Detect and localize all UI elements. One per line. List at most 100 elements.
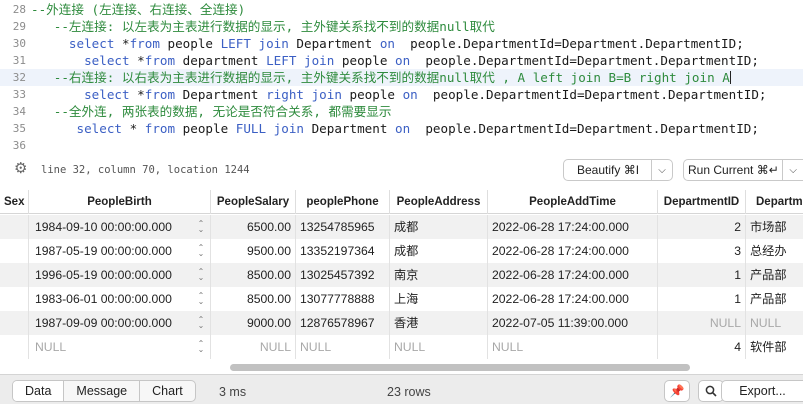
gear-icon[interactable]: ⚙ bbox=[14, 161, 30, 177]
cell-department-name[interactable]: 总经办 bbox=[746, 239, 803, 263]
cell-sex[interactable] bbox=[0, 215, 29, 239]
cell-sex[interactable] bbox=[0, 311, 29, 335]
code-token: * bbox=[129, 121, 145, 136]
run-current-button[interactable]: Run Current ⌘↵ ⌵ bbox=[683, 159, 803, 181]
cell-people-address[interactable]: 香港 bbox=[390, 311, 488, 335]
column-header-people-phone[interactable]: peoplePhone bbox=[296, 190, 390, 214]
cell-department-id[interactable]: 3 bbox=[658, 239, 746, 263]
table-row[interactable]: NULL NULL NULL NULL NULL 4 软件部 ⌃ ⌄ bbox=[0, 335, 803, 359]
row-count: 23 rows bbox=[387, 385, 431, 399]
date-stepper-icon[interactable]: ⌃ ⌄ bbox=[197, 316, 205, 330]
cell-people-addtime[interactable]: 2022-07-05 11:39:00.000 bbox=[488, 311, 658, 335]
table-row[interactable]: 1983-06-01 00:00:00.000 8500.00 1307777888… bbox=[0, 287, 803, 311]
cell-people-birth[interactable]: 1987-09-09 00:00:00.000 bbox=[29, 311, 211, 335]
results-grid[interactable]: Sex PeopleBirth PeopleSalary peoplePhone… bbox=[0, 188, 803, 360]
cell-people-birth[interactable]: 1996-05-19 00:00:00.000 bbox=[29, 263, 211, 287]
horizontal-scrollbar-thumb[interactable] bbox=[230, 364, 690, 371]
cell-department-name[interactable]: 产品部 bbox=[746, 287, 803, 311]
editor-line[interactable]: 35 select * from people FULL join Depart… bbox=[0, 120, 803, 137]
column-header-people-addtime[interactable]: PeopleAddTime bbox=[488, 190, 658, 214]
editor-line[interactable]: 36 bbox=[0, 137, 803, 152]
column-header-people-address[interactable]: PeopleAddress bbox=[390, 190, 488, 214]
pin-icon: 📌 bbox=[669, 384, 685, 398]
cell-people-birth[interactable]: 1984-09-10 00:00:00.000 bbox=[29, 215, 211, 239]
sql-editor[interactable]: 28 --外连接 (左连接、右连接、全连接) 29 --左连接: 以左表为主表进行数… bbox=[0, 0, 803, 152]
cell-department-name[interactable]: 市场部 bbox=[746, 215, 803, 239]
cell-department-id[interactable]: NULL bbox=[658, 311, 746, 335]
cell-people-birth[interactable]: NULL bbox=[29, 335, 211, 359]
cell-department-name[interactable]: NULL bbox=[746, 311, 803, 335]
cell-people-address[interactable]: 成都 bbox=[390, 239, 488, 263]
date-stepper-icon[interactable]: ⌃ ⌄ bbox=[197, 220, 205, 234]
editor-line[interactable]: 29 --左连接: 以左表为主表进行数据的显示, 主外键关系找不到的数据null… bbox=[0, 18, 803, 35]
cell-people-salary[interactable]: 9000.00 bbox=[211, 311, 296, 335]
chevron-down-icon[interactable]: ⌵ bbox=[652, 165, 672, 176]
table-row[interactable]: 1987-05-19 00:00:00.000 9500.00 1335219736… bbox=[0, 239, 803, 263]
cell-people-addtime[interactable]: 2022-06-28 17:24:00.000 bbox=[488, 215, 658, 239]
cell-sex[interactable] bbox=[0, 239, 29, 263]
code-text: select * from people FULL join Departmen… bbox=[31, 120, 758, 137]
cell-people-addtime[interactable]: NULL bbox=[488, 335, 658, 359]
cell-people-phone[interactable]: 13025457392 bbox=[296, 263, 390, 287]
chevron-down-icon[interactable]: ⌵ bbox=[783, 165, 803, 176]
cell-people-salary[interactable]: 6500.00 bbox=[211, 215, 296, 239]
cell-sex[interactable] bbox=[0, 287, 29, 311]
cell-people-addtime[interactable]: 2022-06-28 17:24:00.000 bbox=[488, 239, 658, 263]
beautify-button[interactable]: Beautify ⌘I ⌵ bbox=[563, 159, 673, 181]
cell-people-address[interactable]: 成都 bbox=[390, 215, 488, 239]
cell-sex[interactable] bbox=[0, 335, 29, 359]
column-header-sex[interactable]: Sex bbox=[0, 190, 29, 214]
date-stepper-icon[interactable]: ⌃ ⌄ bbox=[197, 244, 205, 258]
cell-sex[interactable] bbox=[0, 263, 29, 287]
cell-people-salary[interactable]: NULL bbox=[211, 335, 296, 359]
cell-people-address[interactable]: 南京 bbox=[390, 263, 488, 287]
code-token: people bbox=[341, 53, 395, 68]
cell-people-address[interactable]: 上海 bbox=[390, 287, 488, 311]
cell-people-phone[interactable]: 13254785965 bbox=[296, 215, 390, 239]
cell-people-addtime[interactable]: 2022-06-28 17:24:00.000 bbox=[488, 287, 658, 311]
editor-line[interactable]: 32 --右连接: 以右表为主表进行数据的显示, 主外键关系找不到的数据null… bbox=[0, 69, 803, 86]
line-number: 28 bbox=[12, 3, 26, 16]
cell-people-salary[interactable]: 9500.00 bbox=[211, 239, 296, 263]
table-row[interactable]: 1996-05-19 00:00:00.000 8500.00 1302545739… bbox=[0, 263, 803, 287]
table-row[interactable]: 1984-09-10 00:00:00.000 6500.00 1325478596… bbox=[0, 215, 803, 239]
cell-people-phone[interactable]: 13352197364 bbox=[296, 239, 390, 263]
date-stepper-icon[interactable]: ⌃ ⌄ bbox=[197, 340, 205, 354]
editor-line[interactable]: 30 select *from people LEFT join Departm… bbox=[0, 35, 803, 52]
pin-button[interactable]: 📌 bbox=[664, 380, 690, 402]
cell-people-address[interactable]: NULL bbox=[390, 335, 488, 359]
cell-people-salary[interactable]: 8500.00 bbox=[211, 263, 296, 287]
cell-department-name[interactable]: 产品部 bbox=[746, 263, 803, 287]
code-keyword: select bbox=[31, 87, 138, 102]
column-header-people-salary[interactable]: PeopleSalary bbox=[211, 190, 296, 214]
cell-department-id[interactable]: 1 bbox=[658, 287, 746, 311]
tab-message[interactable]: Message bbox=[64, 381, 141, 401]
tab-chart[interactable]: Chart bbox=[140, 381, 195, 401]
cell-people-phone[interactable]: 13077778888 bbox=[296, 287, 390, 311]
date-stepper-icon[interactable]: ⌃ ⌄ bbox=[197, 292, 205, 306]
line-number: 35 bbox=[12, 122, 26, 135]
cell-people-addtime[interactable]: 2022-06-28 17:24:00.000 bbox=[488, 263, 658, 287]
editor-line[interactable]: 28 --外连接 (左连接、右连接、全连接) bbox=[0, 1, 803, 18]
cell-department-id[interactable]: 4 bbox=[658, 335, 746, 359]
column-header-department-id[interactable]: DepartmentID bbox=[658, 190, 746, 214]
cell-people-phone[interactable]: 12876578967 bbox=[296, 311, 390, 335]
cell-people-phone[interactable]: NULL bbox=[296, 335, 390, 359]
column-header-department-name[interactable]: Departm bbox=[746, 190, 803, 214]
cell-department-id[interactable]: 1 bbox=[658, 263, 746, 287]
editor-line[interactable]: 34 --全外连, 两张表的数据, 无论是否符合关系, 都需要显示 bbox=[0, 103, 803, 120]
editor-line[interactable]: 31 select *from department LEFT join peo… bbox=[0, 52, 803, 69]
tab-data[interactable]: Data bbox=[13, 381, 65, 401]
export-button[interactable]: Export... bbox=[721, 380, 803, 402]
date-stepper-icon[interactable]: ⌃ ⌄ bbox=[197, 268, 205, 282]
cell-people-salary[interactable]: 8500.00 bbox=[211, 287, 296, 311]
cell-people-birth[interactable]: 1983-06-01 00:00:00.000 bbox=[29, 287, 211, 311]
column-header-people-birth[interactable]: PeopleBirth bbox=[29, 190, 211, 214]
cell-department-id[interactable]: 2 bbox=[658, 215, 746, 239]
cell-people-birth[interactable]: 1987-05-19 00:00:00.000 bbox=[29, 239, 211, 263]
code-keyword: on bbox=[402, 87, 433, 102]
cell-department-name[interactable]: 软件部 bbox=[746, 335, 803, 359]
editor-line[interactable]: 33 select *from Department right join pe… bbox=[0, 86, 803, 103]
code-keyword: from bbox=[144, 53, 183, 68]
table-row[interactable]: 1987-09-09 00:00:00.000 9000.00 1287657896… bbox=[0, 311, 803, 335]
